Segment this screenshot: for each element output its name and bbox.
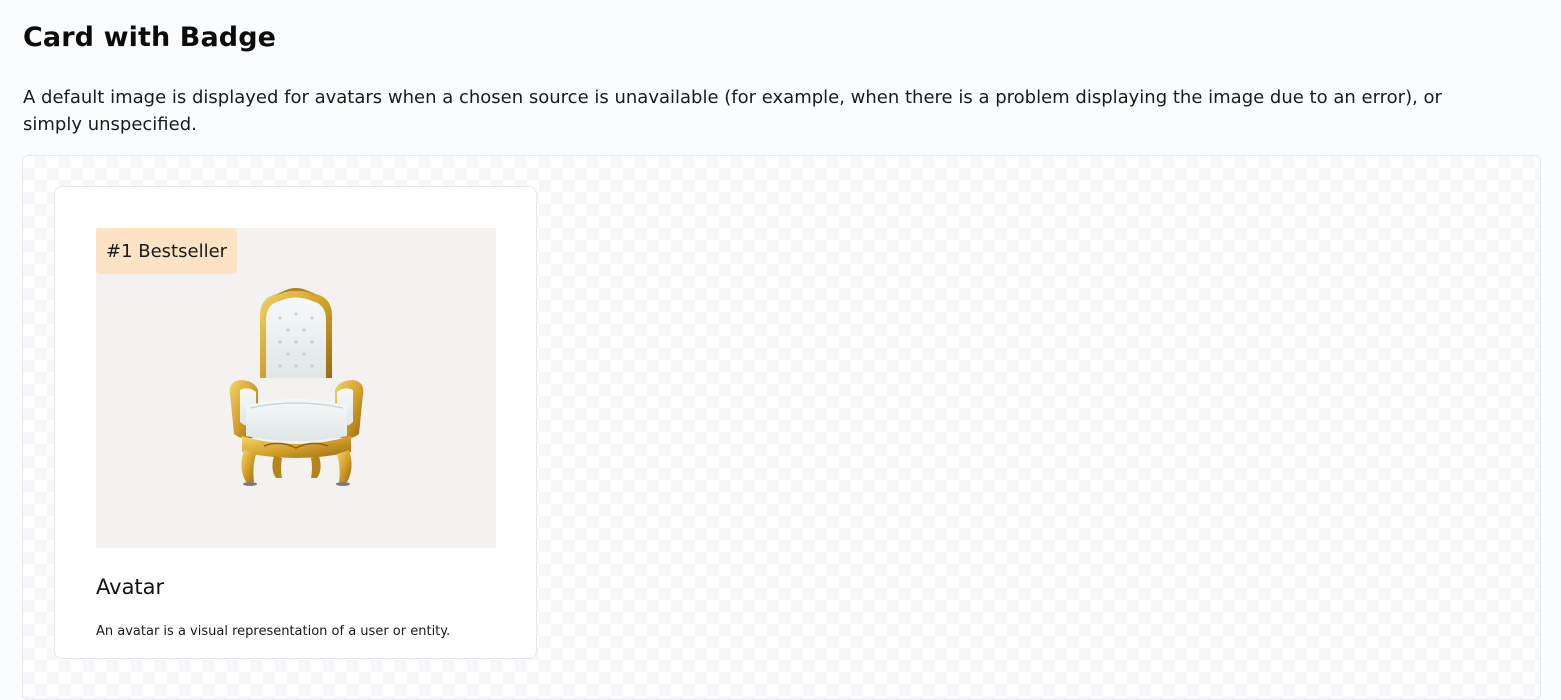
card-media: #1 Bestseller	[96, 228, 496, 548]
page-title: Card with Badge	[23, 22, 277, 53]
page-description: A default image is displayed for avatars…	[23, 87, 1442, 135]
product-card[interactable]: #1 Bestseller Avatar An avatar is a visu…	[54, 186, 537, 659]
preview-area: #1 Bestseller Avatar An avatar is a visu…	[22, 155, 1541, 700]
bestseller-badge: #1 Bestseller	[96, 228, 238, 274]
throne-chair-image	[229, 288, 364, 486]
card-description: An avatar is a visual representation of …	[96, 624, 451, 639]
card-title: Avatar	[96, 575, 165, 599]
